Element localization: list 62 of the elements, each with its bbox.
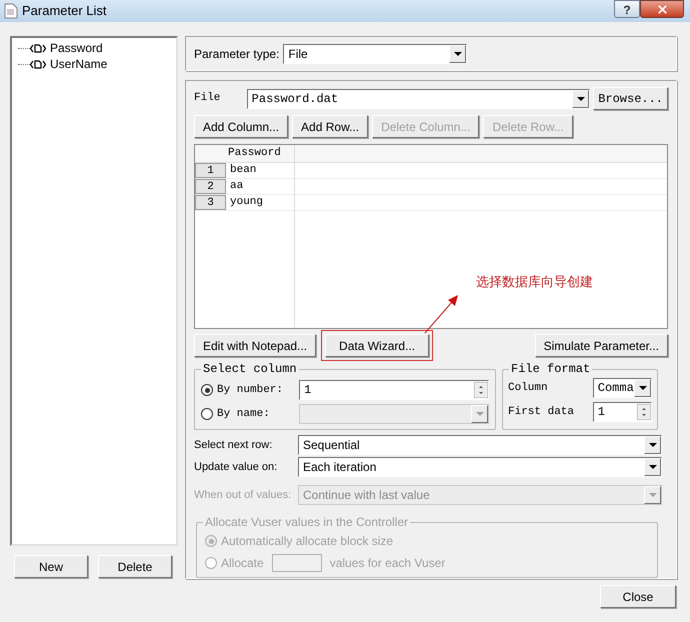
column-header: Password — [228, 146, 281, 162]
window-title: Parameter List — [22, 2, 107, 20]
close-button[interactable] — [640, 0, 684, 18]
table-cell-text: bean — [230, 163, 256, 178]
field-label: File — [194, 91, 222, 106]
parameter-icon — [30, 44, 46, 52]
button[interactable]: Data Wizard... — [325, 334, 430, 358]
button[interactable]: Close — [600, 585, 676, 608]
button[interactable]: New — [14, 555, 88, 578]
caret-icon — [454, 52, 462, 56]
row-header: 1 — [195, 163, 226, 178]
annotation-arrow — [424, 294, 460, 334]
dropdown[interactable]: Password.dat — [246, 88, 590, 108]
parameter-icon — [30, 60, 46, 68]
row-header: 2 — [195, 179, 226, 194]
help-button[interactable]: ? — [614, 0, 640, 18]
button[interactable]: Browse... — [593, 87, 668, 110]
field-label: When out of values: — [194, 488, 292, 503]
field-label: Select next row: — [194, 438, 274, 453]
number-field[interactable]: 1 — [299, 380, 489, 400]
dropdown-button[interactable] — [634, 379, 651, 398]
button[interactable]: Add Row... — [292, 115, 368, 138]
caret-icon — [648, 493, 656, 498]
dropdown-button[interactable] — [644, 436, 661, 454]
close-icon — [656, 2, 668, 16]
spinner-icon[interactable] — [474, 382, 488, 398]
dropdown-button[interactable] — [572, 90, 590, 108]
caret-icon — [476, 412, 484, 416]
button[interactable]: Add Column... — [194, 115, 288, 138]
tree-item[interactable]: Password — [50, 39, 103, 57]
button[interactable]: Delete — [98, 555, 172, 578]
radio-label: Allocate — [221, 555, 264, 572]
field-label: First data — [508, 404, 576, 420]
field-label: Parameter type: — [194, 46, 280, 62]
radio-label: By number: — [217, 382, 284, 398]
dropdown[interactable]: Each iteration — [298, 457, 662, 478]
number-field[interactable]: 1 — [592, 402, 652, 422]
table-cell-text: aa — [230, 179, 244, 194]
caret-icon — [648, 443, 656, 448]
dropdown-button[interactable] — [644, 458, 661, 476]
tree-item[interactable]: UserName — [50, 55, 108, 73]
radio-label: Automatically allocate block size — [221, 533, 394, 550]
table-cell-text: young — [230, 195, 264, 210]
button[interactable]: Edit with Notepad... — [194, 334, 316, 358]
caret-icon — [638, 386, 646, 390]
block-size-field[interactable] — [272, 554, 322, 572]
radio-label: By name: — [217, 406, 271, 422]
radio-button[interactable] — [201, 384, 213, 396]
dropdown[interactable]: Comma — [592, 378, 652, 398]
field-suffix: values for each Vuser — [330, 555, 446, 572]
field-label: Column — [508, 380, 549, 396]
caret-icon — [576, 96, 585, 100]
dropdown[interactable]: Sequential — [298, 435, 662, 456]
document-icon — [4, 3, 18, 19]
caret-icon — [648, 465, 656, 470]
dropdown[interactable]: File — [283, 44, 468, 64]
spinner-icon[interactable] — [637, 404, 651, 420]
row-header: 3 — [195, 195, 226, 210]
annotation-text: 选择数据库向导创建 — [476, 273, 593, 292]
button[interactable]: Simulate Parameter... — [534, 334, 668, 358]
dropdown-button[interactable] — [449, 44, 466, 62]
field-label: Update value on: — [194, 460, 278, 475]
